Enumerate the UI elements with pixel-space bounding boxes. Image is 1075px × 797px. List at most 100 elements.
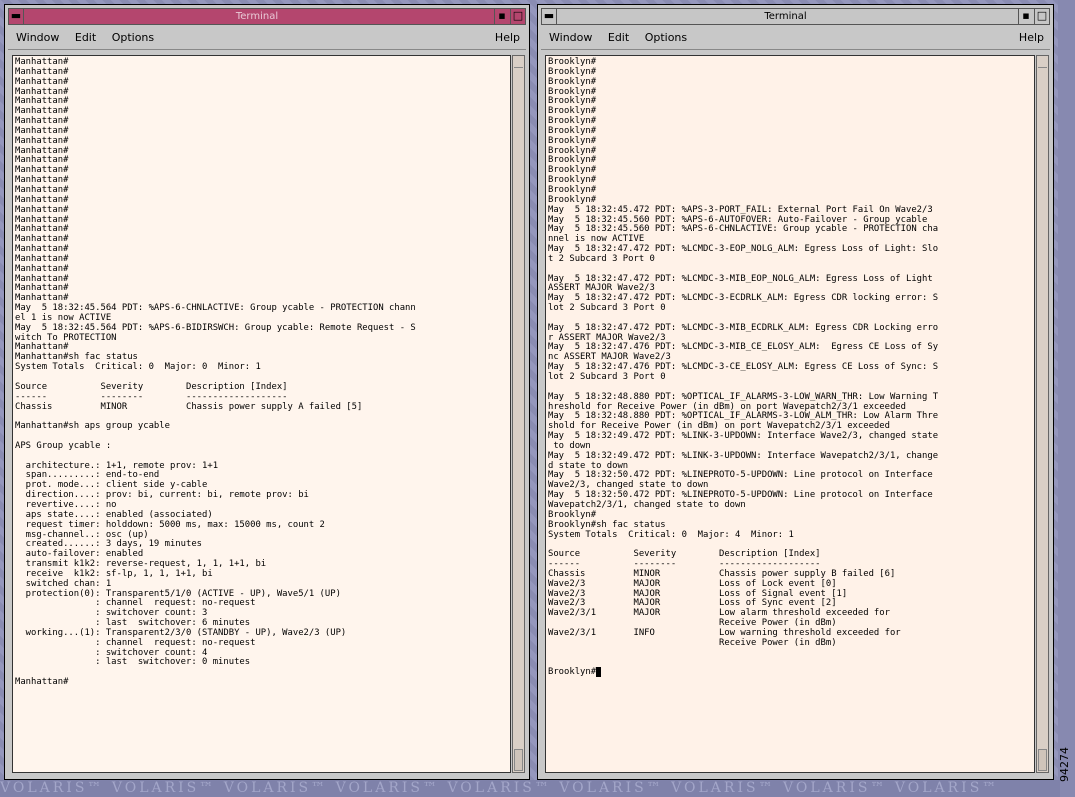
- vertical-scrollbar[interactable]: [1036, 55, 1049, 773]
- terminal-line: : last switchover: 6 minutes: [15, 618, 251, 629]
- title-bar[interactable]: ▬ Terminal ▪ □: [541, 8, 1050, 25]
- terminal-line: el 1 is now ACTIVE: [15, 312, 112, 323]
- terminal-line: Manhattan#: [15, 263, 69, 274]
- terminal-line: request timer: holddown: 5000 ms, max: 1…: [15, 519, 325, 530]
- terminal-line: May 5 18:32:47.472 PDT: %LCMDC-3-MIB_ECD…: [548, 322, 939, 333]
- terminal-line: Manhattan#: [15, 194, 69, 205]
- menu-bar: Window Edit Options Help: [8, 27, 526, 50]
- terminal-line: Brooklyn#: [548, 86, 597, 97]
- title-bar[interactable]: ▬ Terminal ▪ □: [8, 8, 526, 25]
- terminal-line: span.........: end-to-end: [15, 470, 160, 481]
- terminal-line: Brooklyn#: [548, 57, 597, 67]
- terminal-line: : switchover count: 4: [15, 647, 208, 658]
- terminal-line: r ASSERT MAJOR Wave2/3: [548, 332, 666, 343]
- terminal-line: May 5 18:32:50.472 PDT: %LINEPROTO-5-UPD…: [548, 490, 933, 501]
- scrollbar-thumb[interactable]: [1038, 749, 1047, 771]
- scrollbar-thumb[interactable]: [514, 749, 523, 771]
- terminal-line: Brooklyn#: [548, 509, 597, 520]
- vertical-scrollbar[interactable]: [512, 55, 525, 773]
- scroll-up-icon[interactable]: [1038, 57, 1047, 68]
- terminal-line: Wavepatch2/3/1, changed state to down: [548, 499, 746, 510]
- maximize-icon[interactable]: □: [510, 9, 525, 24]
- scroll-up-icon[interactable]: [514, 57, 523, 68]
- figure-number: 94274: [1058, 747, 1071, 783]
- terminal-line: Manhattan#: [15, 135, 69, 146]
- terminal-line: prot. mode...: client side y-cable: [15, 480, 208, 491]
- menu-help[interactable]: Help: [1019, 27, 1044, 49]
- terminal-line: Wave2/3/1 MAJOR Low alarm threshold exce…: [548, 608, 890, 619]
- terminal-line: aps state....: enabled (associated): [15, 509, 213, 520]
- terminal-line: Wave2/3 MAJOR Loss of Sync event [2]: [548, 598, 837, 609]
- terminal-line: created......: 3 days, 19 minutes: [15, 539, 203, 550]
- minimize-icon[interactable]: ▪: [494, 9, 509, 24]
- terminal-line: Chassis MINOR Chassis power supply A fai…: [15, 401, 363, 412]
- terminal-window-brooklyn[interactable]: ▬ Terminal ▪ □ Window Edit Options Help …: [537, 4, 1054, 780]
- terminal-line: Brooklyn#: [548, 175, 597, 186]
- menu-help[interactable]: Help: [495, 27, 520, 49]
- terminal-line: working...(1): Transparent2/3/0 (STANDBY…: [15, 627, 347, 638]
- terminal-line: Manhattan#: [15, 76, 69, 87]
- terminal-line: revertive....: no: [15, 499, 117, 510]
- terminal-line: Chassis MINOR Chassis power supply B fai…: [548, 568, 896, 579]
- terminal-line: Manhattan#: [15, 214, 69, 225]
- minimize-icon[interactable]: ▪: [1018, 9, 1033, 24]
- terminal-line: System Totals Critical: 0 Major: 0 Minor…: [15, 362, 261, 373]
- terminal-line: Brooklyn#: [548, 76, 597, 87]
- terminal-line: Manhattan#: [15, 57, 69, 67]
- terminal-text: Brooklyn# Brooklyn# Brooklyn# Brooklyn# …: [546, 56, 1034, 678]
- menu-window[interactable]: Window: [16, 27, 59, 49]
- terminal-line: Manhattan#: [15, 234, 69, 245]
- terminal-line: Receive Power (in dBm): [548, 637, 837, 648]
- terminal-line: Source Severity Description [Index]: [548, 549, 821, 560]
- terminal-line: Manhattan#: [15, 125, 69, 136]
- terminal-line: May 5 18:32:48.880 PDT: %OPTICAL_IF_ALAR…: [548, 411, 939, 422]
- terminal-line: Brooklyn#: [548, 135, 597, 146]
- terminal-line: Manhattan#: [15, 283, 69, 294]
- terminal-line: Wave2/3 MAJOR Loss of Signal event [1]: [548, 588, 848, 599]
- terminal-line: Brooklyn#: [548, 155, 597, 166]
- terminal-line: Manhattan#: [15, 224, 69, 235]
- terminal-line: t 2 Subcard 3 Port 0: [548, 253, 655, 264]
- terminal-line: transmit k1k2: reverse-request, 1, 1, 1+…: [15, 559, 267, 570]
- desktop-side-strip: [1058, 0, 1075, 797]
- terminal-line: Wave2/3 MAJOR Loss of Lock event [0]: [548, 578, 837, 589]
- terminal-line: May 5 18:32:50.472 PDT: %LINEPROTO-5-UPD…: [548, 470, 933, 481]
- terminal-line: Manhattan#: [15, 145, 69, 156]
- menu-options[interactable]: Options: [112, 27, 154, 49]
- terminal-line: Brooklyn#: [548, 165, 597, 176]
- terminal-line: d state to down: [548, 460, 629, 471]
- terminal-line: switched chan: 1: [15, 578, 112, 589]
- terminal-line: Wave2/3/1 INFO Low warning threshold exc…: [548, 627, 901, 638]
- menu-window[interactable]: Window: [549, 27, 592, 49]
- terminal-line: May 5 18:32:49.472 PDT: %LINK-3-UPDOWN: …: [548, 431, 939, 442]
- terminal-output[interactable]: Brooklyn# Brooklyn# Brooklyn# Brooklyn# …: [545, 55, 1035, 773]
- terminal-window-manhattan[interactable]: ▬ Terminal ▪ □ Window Edit Options Help …: [4, 4, 530, 780]
- terminal-line: Brooklyn#: [548, 667, 597, 678]
- maximize-icon[interactable]: □: [1034, 9, 1049, 24]
- terminal-line: May 5 18:32:48.880 PDT: %OPTICAL_IF_ALAR…: [548, 391, 939, 402]
- terminal-line: Manhattan#sh aps group ycable: [15, 421, 170, 432]
- terminal-line: Manhattan#sh fac status: [15, 352, 138, 363]
- menu-edit[interactable]: Edit: [75, 27, 96, 49]
- terminal-line: msg-channel..: osc (up): [15, 529, 149, 540]
- terminal-line: May 5 18:32:47.476 PDT: %LCMDC-3-MIB_CE_…: [548, 342, 939, 353]
- terminal-line: architecture.: 1+1, remote prov: 1+1: [15, 460, 219, 471]
- terminal-line: : channel request: no-request: [15, 598, 256, 609]
- terminal-line: APS Group ycable :: [15, 440, 112, 451]
- terminal-line: hreshold for Receive Power (in dBm) on p…: [548, 401, 906, 412]
- terminal-line: Manhattan#: [15, 253, 69, 264]
- menu-edit[interactable]: Edit: [608, 27, 629, 49]
- terminal-line: Brooklyn#: [548, 116, 597, 127]
- terminal-line: Manhattan#: [15, 106, 69, 117]
- terminal-line: May 5 18:32:47.472 PDT: %LCMDC-3-ECDRLK_…: [548, 293, 939, 304]
- terminal-line: auto-failover: enabled: [15, 549, 144, 560]
- terminal-output[interactable]: Manhattan# Manhattan# Manhattan# Manhatt…: [12, 55, 511, 773]
- terminal-line: May 5 18:32:47.472 PDT: %LCMDC-3-MIB_EOP…: [548, 273, 933, 284]
- terminal-line: Manhattan#: [15, 184, 69, 195]
- terminal-line: Brooklyn#: [548, 106, 597, 117]
- menu-options[interactable]: Options: [645, 27, 687, 49]
- terminal-line: ------ -------- -------------------: [548, 559, 821, 570]
- window-menu-icon[interactable]: ▬: [542, 9, 557, 24]
- wallpaper-strip: VOLARIS™ VOLARIS™ VOLARIS™ VOLARIS™ VOLA…: [0, 780, 1060, 797]
- window-menu-icon[interactable]: ▬: [9, 9, 24, 24]
